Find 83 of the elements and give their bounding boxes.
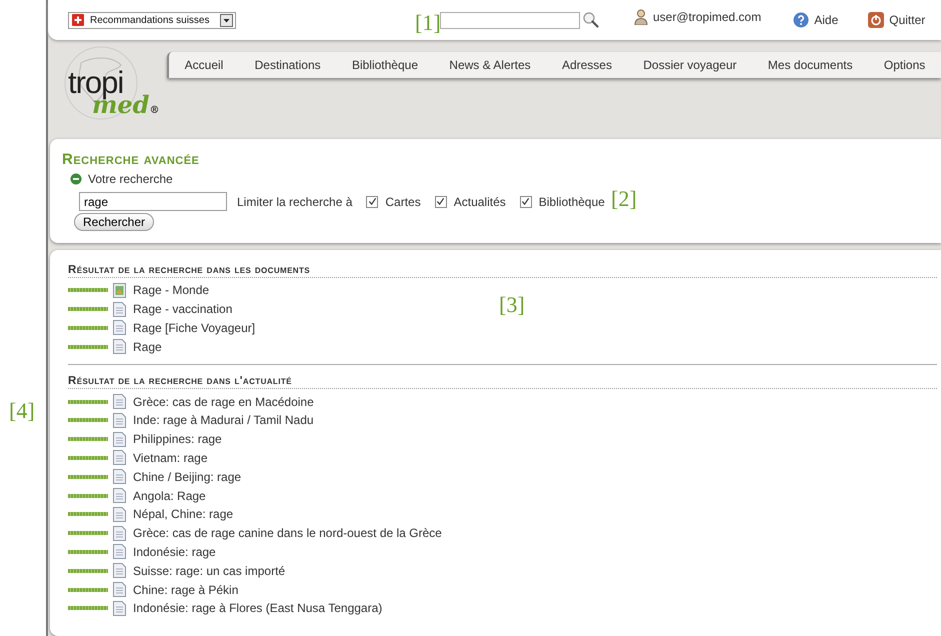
- limit-label: Limiter la recherche à: [237, 194, 352, 208]
- relevance-bar: [68, 307, 108, 312]
- search-toggle[interactable]: Votre recherche: [70, 172, 173, 186]
- search-button[interactable]: Rechercher: [74, 213, 154, 231]
- relevance-bar: [68, 400, 108, 404]
- filter-checkbox[interactable]: Cartes: [366, 194, 421, 208]
- result-link[interactable]: Angola: Rage: [133, 488, 206, 503]
- help-icon: [793, 12, 810, 28]
- nav-tab[interactable]: News & Alertes: [445, 56, 535, 74]
- help-link[interactable]: Aide: [793, 12, 838, 28]
- relevance-bar: [68, 606, 108, 610]
- document-icon: [113, 432, 126, 447]
- nav-tab[interactable]: Bibliothèque: [348, 56, 422, 74]
- search-icon[interactable]: [582, 11, 600, 29]
- query-field[interactable]: rage: [79, 192, 227, 211]
- result-link[interactable]: Grèce: cas de rage canine dans le nord-ouest de la Grèce: [133, 526, 442, 540]
- document-icon: [113, 488, 126, 504]
- relevance-bar: [68, 326, 108, 330]
- document-icon: [113, 582, 126, 598]
- result-link[interactable]: Indonésie: rage à Flores (East Nusa Tenggara): [133, 601, 382, 616]
- document-icon: [113, 526, 126, 541]
- relevance-bar: [68, 588, 108, 592]
- relevance-bar: [68, 494, 108, 498]
- relevance-bar: [68, 456, 108, 460]
- nav-tab[interactable]: Accueil: [180, 56, 228, 74]
- filter-checkbox[interactable]: Actualités: [434, 194, 506, 208]
- result-link[interactable]: Rage - Monde: [133, 283, 210, 298]
- callout-label: [1]: [415, 10, 441, 36]
- document-icon: [113, 412, 126, 428]
- document-icon: [113, 469, 126, 484]
- document-icon: [113, 320, 126, 336]
- document-icon: [113, 450, 126, 466]
- checkmark-icon: [368, 197, 377, 206]
- document-icon: [113, 544, 126, 560]
- relevance-bar: [68, 344, 108, 349]
- result-link[interactable]: Chine: rage à Pékin: [133, 582, 238, 597]
- callout-label: [2]: [611, 186, 637, 212]
- callout-label: [4]: [9, 398, 35, 424]
- nav-tab[interactable]: Mes documents: [764, 56, 857, 74]
- relevance-bar: [68, 418, 108, 422]
- relevance-bar: [68, 531, 108, 536]
- result-link[interactable]: Grèce: cas de rage en Macédoine: [133, 394, 314, 409]
- map-file-icon: [113, 282, 126, 298]
- relevance-bar: [68, 568, 108, 573]
- quit-link[interactable]: Quitter: [868, 12, 926, 28]
- document-icon: [113, 563, 126, 578]
- section-heading: Résultat de la recherche dans l'actualité: [68, 375, 937, 390]
- result-link[interactable]: Philippines: rage: [133, 432, 222, 446]
- nav-tab[interactable]: Dossier voyageur: [639, 56, 741, 74]
- result-link[interactable]: Népal, Chine: rage: [133, 507, 234, 522]
- section-heading: Résultat de la recherche dans les documents: [68, 264, 937, 278]
- relevance-bar: [68, 288, 108, 292]
- user-icon: [634, 9, 648, 25]
- document-icon: [113, 302, 126, 317]
- relevance-bar: [68, 474, 108, 479]
- relevance-bar: [68, 437, 108, 442]
- country-dropdown[interactable]: Recommandations suisses: [68, 12, 236, 28]
- power-icon: [868, 12, 884, 28]
- result-link[interactable]: Indonésie: rage: [133, 544, 216, 559]
- checkmark-icon: [436, 197, 446, 206]
- result-link[interactable]: Rage - vaccination: [133, 302, 232, 316]
- filter-checkbox[interactable]: Bibliothèque: [520, 194, 605, 208]
- relevance-bar: [68, 550, 108, 554]
- document-icon: [113, 600, 126, 616]
- result-link[interactable]: Chine / Beijing: rage: [133, 470, 242, 484]
- document-icon: [113, 339, 126, 354]
- result-link[interactable]: Rage: [133, 340, 162, 354]
- nav-tab[interactable]: Adresses: [558, 56, 616, 74]
- swiss-flag-icon: [72, 14, 84, 26]
- result-link[interactable]: Rage [Fiche Voyageur]: [133, 320, 256, 335]
- callout-label: [3]: [499, 292, 525, 318]
- result-link[interactable]: Inde: rage à Madurai / Tamil Nadu: [133, 413, 314, 428]
- relevance-bar: [68, 512, 108, 516]
- search-field[interactable]: [440, 12, 580, 28]
- result-link[interactable]: Vietnam: rage: [133, 450, 208, 465]
- document-icon: [113, 394, 126, 410]
- checkmark-icon: [521, 197, 530, 206]
- document-icon: [113, 506, 126, 522]
- result-link[interactable]: Suisse: rage: un cas importé: [133, 564, 286, 578]
- nav-tab[interactable]: Options: [880, 56, 930, 74]
- panel-title: Recherche avancée: [62, 151, 200, 168]
- user-link[interactable]: user@tropimed.com: [634, 9, 762, 25]
- nav-tab[interactable]: Destinations: [250, 56, 325, 74]
